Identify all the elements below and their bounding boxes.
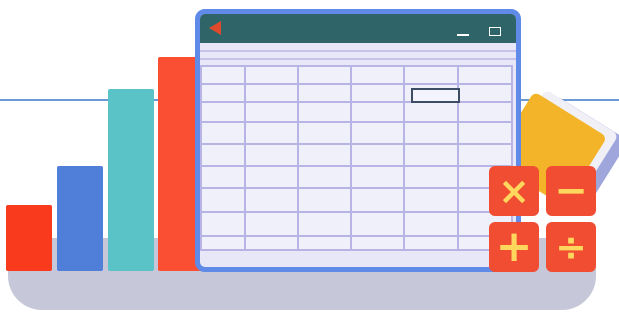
bar-3: [108, 89, 154, 271]
toolbar-divider-2: [200, 58, 516, 60]
calculator-key-multiply[interactable]: ×: [489, 166, 539, 216]
selected-cell[interactable]: [411, 88, 460, 103]
bar-1: [6, 205, 52, 271]
calculator-key-minus[interactable]: −: [546, 166, 596, 216]
divide-icon: ÷: [555, 225, 587, 269]
plus-icon: +: [495, 221, 533, 272]
spreadsheet-window: [195, 9, 521, 272]
maximize-icon[interactable]: [489, 27, 501, 36]
close-icon[interactable]: X: [491, 0, 500, 12]
minimize-icon[interactable]: [457, 34, 469, 36]
multiply-icon: ×: [498, 169, 530, 213]
window-title-bar: [200, 14, 516, 43]
toolbar-divider-1: [200, 50, 516, 52]
minus-icon: −: [554, 168, 588, 214]
calculator-key-plus[interactable]: +: [489, 222, 539, 272]
spreadsheet-grid[interactable]: [200, 65, 513, 251]
bar-2: [57, 166, 103, 271]
calculator-key-divide[interactable]: ÷: [546, 222, 596, 272]
back-arrow-icon[interactable]: [209, 21, 221, 35]
